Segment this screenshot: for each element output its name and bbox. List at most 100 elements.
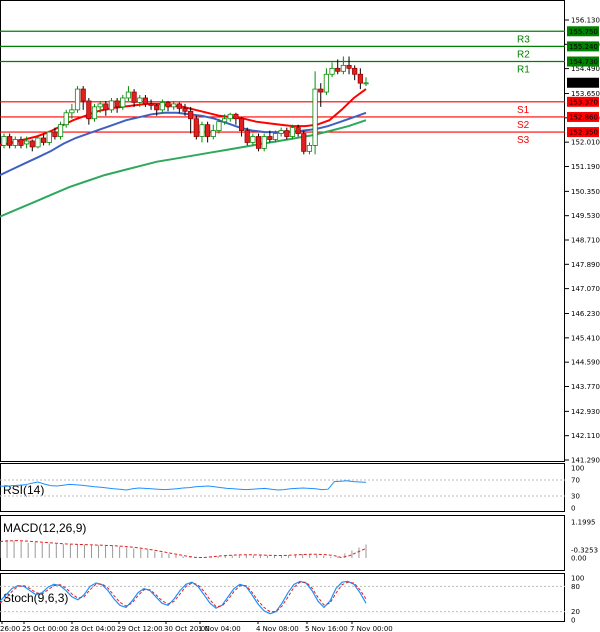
price-tick-label: 142.930 [571,408,600,416]
price-tick-label: 145.410 [571,334,600,342]
candle-body [159,102,165,111]
time-tick-label: 25 Oct 00:00 [22,625,68,632]
level-tag: 152.350 [569,129,598,137]
price-tick-label: 150.350 [571,188,600,196]
candle-body [148,103,154,106]
rsi-tick-label: 70 [571,477,580,485]
candle-body [267,136,273,140]
rsi-tick-label: 100 [571,465,584,473]
level-tag: 155.240 [569,43,598,51]
rsi-panel [0,463,565,512]
candle-body [12,139,18,146]
price-tick-label: 148.710 [571,237,600,245]
level-tag: 154.730 [569,58,598,66]
candle-body [103,103,109,111]
candle-body [278,130,284,134]
time-tick-label: 29 Oct 12:00 [117,625,163,632]
price-tick-label: 156.130 [571,17,600,25]
stoch-tick-label: 80 [571,583,580,591]
candle-body [357,73,363,84]
level-tag: 153.370 [569,98,598,106]
candle-body [289,127,296,137]
candle-body [114,100,120,108]
price-tick-label: 143.770 [571,383,600,391]
candle-body [86,100,92,120]
candle-body [227,113,233,120]
time-tick-label: 7 Nov 00:00 [350,625,393,632]
level-name: R3 [517,34,530,45]
candle-body [40,137,47,143]
candle-body [329,67,335,75]
candle-body [52,131,58,137]
candle-body [340,64,346,72]
price-tick-label: 149.530 [571,212,600,220]
candle-body [165,102,171,108]
stoch-tick-label: 100 [571,575,584,583]
candle-body [221,118,228,123]
level-tag: 155.750 [569,28,598,36]
price-tick-label: 146.230 [571,310,600,318]
price-tick-label: 151.190 [571,163,600,171]
candle-body [193,118,199,137]
level-tag: 152.860 [569,113,598,121]
time-tick-label: 28 Oct 04:00 [70,625,116,632]
level-name: S2 [517,120,530,131]
level-name: R2 [517,49,530,60]
candle-body [306,145,313,152]
price-tick-label: 152.010 [571,139,600,147]
stoch-label: Stoch(9,6,3) [3,591,68,605]
current-price-tag: 154.014 [569,79,598,87]
candle-body [188,110,194,120]
candle-body [255,136,262,149]
price-panel [0,0,565,462]
candle-body [301,133,307,152]
time-tick-label: 4 Nov 08:00 [256,625,299,632]
candle-body [125,91,132,99]
time-tick-label: 1 Nov 04:00 [198,625,241,632]
candle-body [250,136,256,143]
rsi-tick-label: 30 [571,493,580,501]
candle-body [97,103,103,108]
candle-body [244,130,250,143]
time-axis: 26:00 25 Oct 00:00 28 Oct 04:00 29 Oct 12:0… [0,621,393,632]
price-tick-label: 141.290 [571,457,600,465]
candle-body [176,103,182,109]
candle-body [1,136,7,146]
candle-body [91,106,98,120]
candle-body [171,103,177,108]
candle-body [205,124,211,137]
candle-body [29,140,35,148]
candle-body [108,100,115,111]
candle-body [137,97,143,103]
stoch-panel [0,573,565,622]
candle-body [7,136,13,146]
candle-body [80,88,86,102]
candle-body [238,118,245,131]
candle-body [142,97,149,105]
candle-body [35,137,41,148]
candle-body [131,91,137,103]
candle-body [154,104,160,111]
candle-body [74,88,81,111]
candle-body [312,88,318,146]
candle-body [261,136,267,149]
level-name: R1 [517,65,530,76]
rsi-tick-label: 0 [571,505,575,513]
price-tick-label: 147.070 [571,285,600,293]
candle-body [284,130,290,137]
candle-body [199,124,205,137]
candle-body [69,109,75,114]
candle-body [216,121,222,131]
candle-body [46,131,52,143]
candle-body [63,112,69,126]
price-tick-label: 142.110 [571,432,600,440]
macd-tick-label: 1.1995 [571,519,596,527]
candle-body [57,124,64,137]
stoch-tick-label: 0 [571,617,575,625]
stoch-tick-label: 20 [571,608,580,616]
candle-body [335,67,341,72]
chart-canvas: 156.130155.310154.490153.650152.830152.0… [0,0,600,632]
time-tick-label: 5 Nov 16:00 [305,625,348,632]
candle-body [295,127,301,134]
level-name: S3 [517,135,530,146]
